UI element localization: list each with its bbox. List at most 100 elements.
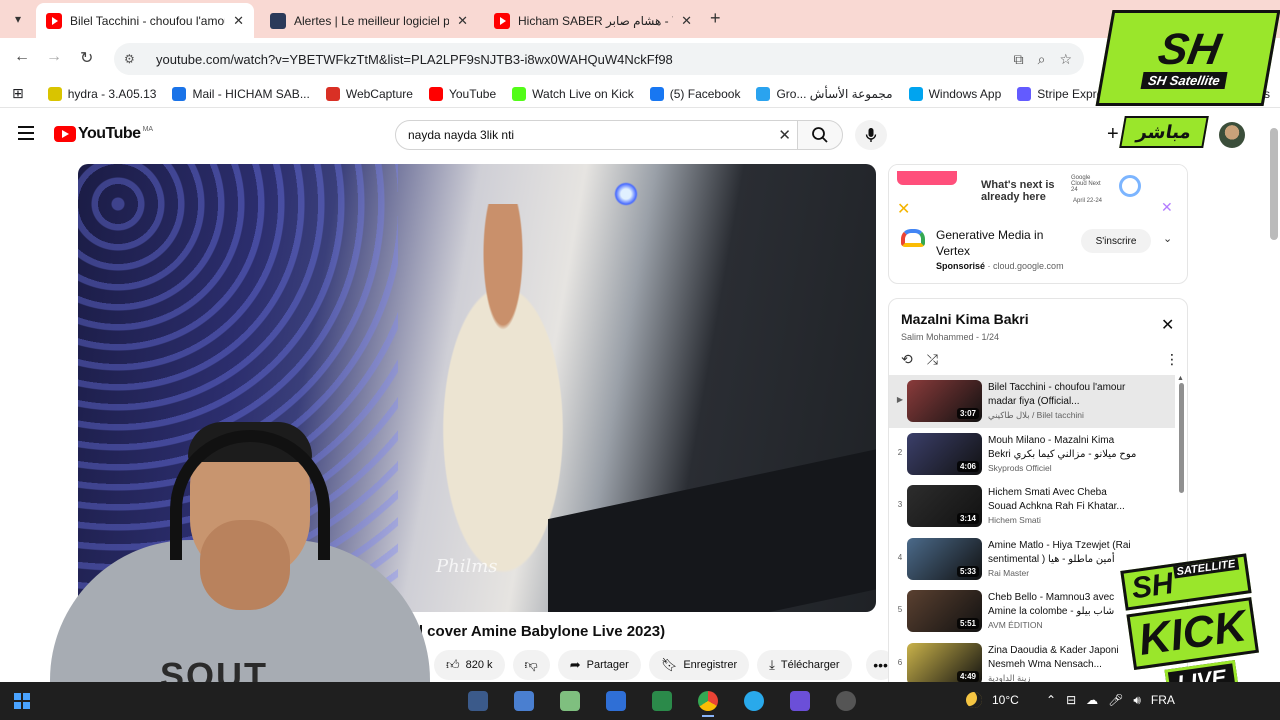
bookmark-favicon-icon xyxy=(908,86,923,101)
playlist-title[interactable]: Mazalni Kima Bakri xyxy=(901,311,1029,327)
telegram-icon[interactable] xyxy=(744,691,764,711)
bookmark-item[interactable]: Gro... مجموعة الأسأش xyxy=(756,86,893,101)
calculator-icon[interactable] xyxy=(606,691,626,711)
close-tab-icon[interactable]: ✕ xyxy=(681,13,692,29)
url-text[interactable]: youtube.com/watch?v=YBETWFkzTtM&list=PLA… xyxy=(156,52,673,67)
like-button[interactable]: 👍︎ 820 k xyxy=(434,650,505,680)
windows-start-icon[interactable] xyxy=(14,693,30,709)
zoom-icon[interactable]: ⌕ xyxy=(1038,51,1046,68)
page-scrollbar[interactable] xyxy=(1270,128,1278,240)
playlist-item-title[interactable]: Amine Matlo - Hiya Tzewjet (Rai sentimen… xyxy=(988,539,1138,567)
playlist-thumbnail[interactable]: 5:51 xyxy=(907,590,982,632)
country-code: MA xyxy=(142,125,154,133)
playlist-thumbnail[interactable]: 4:49 xyxy=(907,642,982,685)
voice-search-button[interactable] xyxy=(855,120,887,150)
bookmark-label: (5) Facebook xyxy=(669,86,741,101)
save-button[interactable]: 🔖︎ Enregistrer xyxy=(648,650,750,680)
cloud-icon[interactable]: ☁ xyxy=(1086,693,1098,708)
avatar[interactable] xyxy=(1219,122,1245,148)
new-tab-icon[interactable]: + xyxy=(710,8,721,29)
site-info-icon[interactable]: ⚙ xyxy=(124,52,144,66)
playlist-item[interactable]: 2 4:06 Mouh Milano - Mazalni Kima Bekri مو… xyxy=(889,428,1175,481)
weather-widget[interactable]: 10°C xyxy=(966,692,1019,708)
close-tab-icon[interactable]: ✕ xyxy=(457,13,468,29)
app-icon[interactable] xyxy=(514,691,534,711)
ad-title[interactable]: Generative Media in Vertex xyxy=(936,227,1076,259)
volume-icon[interactable]: 🔊︎ xyxy=(1133,693,1141,708)
playlist-item-index: 5 xyxy=(897,605,903,614)
app-icon[interactable] xyxy=(652,691,672,711)
sponsored-ad[interactable]: ✕ What's next is already here Google Clo… xyxy=(888,164,1188,284)
forward-icon[interactable]: → xyxy=(46,48,62,66)
playlist-thumbnail[interactable]: 3:07 xyxy=(907,380,982,422)
ad-banner[interactable]: ✕ What's next is already here Google Clo… xyxy=(889,165,1187,218)
playlist-thumbnail[interactable]: 3:14 xyxy=(907,485,982,527)
bookmark-item[interactable]: Watch Live on Kick xyxy=(512,86,634,101)
chevron-up-icon[interactable]: ⌃ xyxy=(1046,693,1056,708)
more-vert-icon[interactable]: ⋮ xyxy=(1165,351,1179,368)
bookmark-item[interactable]: WebCapture xyxy=(325,86,413,101)
scroll-up-icon[interactable]: ▲ xyxy=(1177,375,1184,382)
bookmark-item[interactable]: Mail - HICHAM SAB... xyxy=(172,86,310,101)
playlist-scrollbar[interactable] xyxy=(1179,383,1184,493)
close-tab-icon[interactable]: ✕ xyxy=(233,13,244,29)
dislike-button[interactable]: 👎︎ xyxy=(512,650,550,680)
playlist-item[interactable]: ▶ 3:07 Bilel Tacchini - choufou l'amour ma… xyxy=(889,375,1175,428)
browser-toolbar: ← → ↻ ⚙ youtube.com/watch?v=YBETWFkzTtM&… xyxy=(0,38,1280,80)
address-bar[interactable]: ⚙ youtube.com/watch?v=YBETWFkzTtM&list=P… xyxy=(114,43,1084,75)
ad-subscribe-button[interactable]: S'inscrire xyxy=(1081,229,1151,253)
bookmark-favicon-icon xyxy=(47,86,62,101)
app-icon[interactable] xyxy=(790,691,810,711)
live-badge-arabic: مباشر xyxy=(1119,116,1209,148)
back-icon[interactable]: ← xyxy=(14,48,30,66)
share-button[interactable]: ➦ Partager xyxy=(557,650,641,680)
playlist-item-index: 6 xyxy=(897,657,903,667)
playlist-item-title[interactable]: Bilel Tacchini - choufou l'amour madar f… xyxy=(988,381,1138,409)
app-icon[interactable] xyxy=(468,691,488,711)
tab-alertes[interactable]: Alertes | Le meilleur logiciel pou ✕ xyxy=(260,3,478,38)
bookmark-favicon-icon xyxy=(428,86,443,101)
download-button[interactable]: ⤓ Télécharger xyxy=(757,650,852,680)
loop-icon[interactable]: ⟲ xyxy=(901,351,913,368)
bookmark-star-icon[interactable]: ☆ xyxy=(1059,51,1072,68)
playlist-item-title[interactable]: Hichem Smati Avec Cheba Souad Achkna Rah… xyxy=(988,486,1138,514)
bookmark-item[interactable]: hydra - 3.A05.13 xyxy=(47,86,156,101)
playlist-item[interactable]: 3 3:14 Hichem Smati Avec Cheba Souad Achkn… xyxy=(889,480,1175,533)
playlist-item-title[interactable]: Cheb Bello - Mamnou3 avec Amine la colom… xyxy=(988,591,1138,619)
tab-hicham-saber[interactable]: Hicham SABER هشام صابر - You ✕ xyxy=(484,3,702,38)
search-button[interactable] xyxy=(797,120,843,150)
playlist-item-title[interactable]: Mouh Milano - Mazalni Kima Bekri موح ميل… xyxy=(988,434,1138,462)
reload-icon[interactable]: ↻ xyxy=(80,48,93,68)
menu-icon[interactable] xyxy=(18,126,34,144)
network-icon[interactable]: ⊟ xyxy=(1066,693,1076,708)
chevron-down-icon[interactable]: ⌄ xyxy=(1163,232,1172,245)
close-playlist-icon[interactable]: ✕ xyxy=(1161,315,1174,335)
apps-grid-icon[interactable]: ⊞ xyxy=(12,85,24,102)
microphone-icon[interactable]: 🎤︎ xyxy=(1108,693,1123,708)
install-app-icon[interactable]: ⧉ xyxy=(1014,51,1024,68)
chrome-icon[interactable] xyxy=(698,691,718,717)
duration-badge: 3:14 xyxy=(956,513,979,524)
search-query[interactable]: nayda nayda 3lik nti xyxy=(408,128,514,142)
tab-youtube-bilel[interactable]: Bilel Tacchini - choufou l'amour ✕ xyxy=(36,3,254,38)
playlist-item-title[interactable]: Zina Daoudia & Kader Japoni Nesmeh Wma N… xyxy=(988,644,1138,672)
shuffle-icon[interactable]: ⤮ xyxy=(927,351,938,368)
kick-logo-sh-text: SH xyxy=(1129,566,1176,606)
duration-badge: 4:06 xyxy=(956,460,979,472)
settings-gear-icon[interactable] xyxy=(836,691,856,711)
tab-search-chevron-icon[interactable]: ▾ xyxy=(6,7,30,31)
bookmark-item[interactable]: YouTube xyxy=(428,86,496,101)
search-input[interactable]: nayda nayda 3lik nti ✕ xyxy=(395,120,798,150)
bookmark-item[interactable]: Windows App xyxy=(908,86,1001,101)
bookmark-favicon-icon xyxy=(172,86,187,101)
bookmark-label: Mail - HICHAM SAB... xyxy=(192,86,310,101)
thumbs-down-icon: 👎︎ xyxy=(524,657,538,672)
create-icon[interactable]: + xyxy=(1107,123,1119,146)
bookmark-item[interactable]: (5) Facebook xyxy=(649,86,741,101)
playlist-thumbnail[interactable]: 4:06 xyxy=(907,432,982,475)
youtube-logo[interactable]: YouTube MA xyxy=(54,125,153,143)
app-icon[interactable] xyxy=(560,691,580,711)
language-indicator[interactable]: FRA xyxy=(1151,693,1175,708)
clear-search-icon[interactable]: ✕ xyxy=(778,126,791,144)
playlist-thumbnail[interactable]: 5:33 xyxy=(907,537,982,580)
